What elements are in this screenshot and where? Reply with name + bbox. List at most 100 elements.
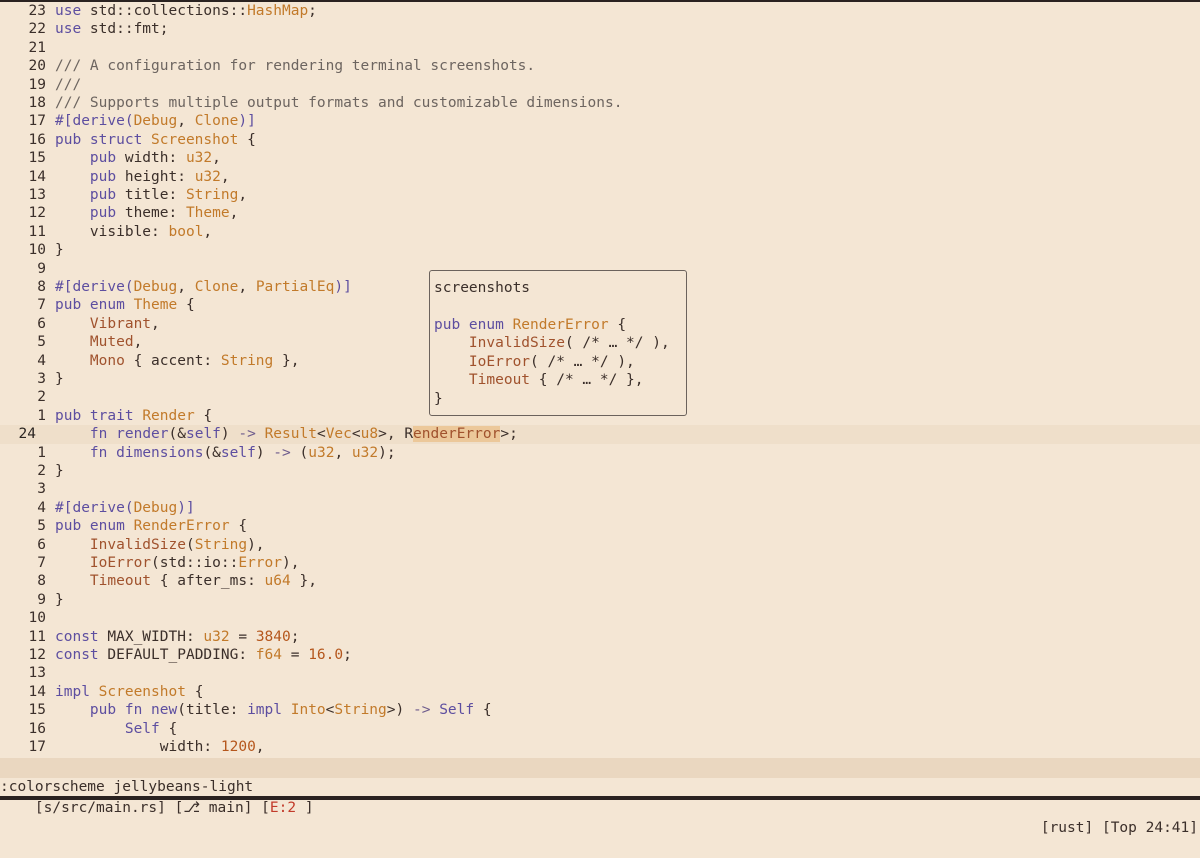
line-number: 10 (28, 610, 46, 627)
code-token: u32 (351, 444, 379, 461)
code-token: } (434, 390, 443, 407)
code-text: width: 1200, (55, 738, 265, 756)
code-line[interactable]: 14 pub height: u32, (0, 168, 1200, 186)
code-line[interactable]: 9} (0, 591, 1200, 609)
code-token: fn (89, 426, 117, 443)
code-token: MAX_WIDTH: (107, 628, 204, 645)
hover-popup-title: screenshots (434, 280, 531, 296)
code-token: , (229, 205, 239, 222)
code-token: pub struct (55, 131, 152, 148)
code-line[interactable]: 10 (0, 609, 1200, 627)
status-filetype: [rust] (1040, 820, 1094, 836)
code-token: #[derive( (55, 499, 134, 516)
line-number: 13 (28, 665, 46, 682)
code-line[interactable]: 7 IoError(std::io::Error), (0, 554, 1200, 572)
code-line[interactable]: 1 fn dimensions(&self) -> (u32, u32); (0, 444, 1200, 462)
code-token: (& (203, 444, 221, 461)
line-number: 2 (37, 463, 46, 479)
code-line[interactable]: 12 const DEFAULT_PADDING: f64 = 16.0; (0, 646, 1200, 664)
line-number: 11 (28, 628, 46, 645)
code-token: Timeout (468, 372, 531, 389)
status-line: [s/src/main.rs] [⎇ main] [E:2 ] [rust] [… (0, 758, 1200, 836)
code-token: , (133, 334, 143, 351)
code-token: ( /* … */ ), (530, 353, 635, 370)
code-token: Error (238, 555, 282, 571)
code-token: Render (142, 407, 195, 424)
code-token: IoError (468, 353, 531, 370)
line-number: 8 (37, 279, 46, 295)
code-text: pub enum RenderError { (55, 517, 247, 535)
code-line[interactable]: 8 Timeout { after_ms: u64 }, (0, 572, 1200, 590)
code-token: const (55, 628, 108, 645)
code-token: RenderError (133, 518, 230, 535)
code-line[interactable]: 10} (0, 241, 1200, 259)
code-line[interactable]: 17 width: 1200, (0, 738, 1200, 756)
code-line[interactable]: 11 visible: bool, (0, 223, 1200, 241)
code-token: ) (220, 426, 239, 443)
hover-popup-line: InvalidSize( /* … */ ), (434, 334, 670, 352)
code-token: u32 (203, 628, 230, 645)
code-token: Vibrant (89, 315, 152, 332)
code-token: >; (500, 426, 518, 443)
code-token: , (255, 739, 265, 755)
code-token: , (220, 168, 230, 185)
code-line[interactable]: 5 pub enum RenderError { (0, 517, 1200, 535)
code-line[interactable]: 23 use std::collections::HashMap; (0, 2, 1200, 20)
code-line[interactable]: 16 Self { (0, 720, 1200, 738)
code-line[interactable]: 13 (0, 664, 1200, 682)
code-token: String (220, 352, 274, 369)
code-token: InvalidSize (468, 335, 565, 352)
code-text: pub struct Screenshot { (55, 131, 256, 149)
line-number: 12 (28, 205, 46, 222)
code-line[interactable]: 22 use std::fmt; (0, 20, 1200, 38)
code-token: ); (378, 444, 396, 461)
code-text: IoError(std::io::Error), (55, 554, 300, 572)
code-line[interactable]: 20 /// A configuration for rendering term… (0, 57, 1200, 75)
code-line[interactable]: 18 /// Supports multiple output formats a… (0, 94, 1200, 112)
code-text: } (55, 370, 64, 388)
code-token: R (404, 426, 414, 443)
code-token: pub enum (434, 317, 513, 333)
code-token: u32 (308, 444, 335, 461)
code-line[interactable]: 13 pub title: String, (0, 186, 1200, 204)
current-code-line[interactable]: 24 fn render(&self) -> Result<Vec<u8>, R… (0, 425, 1200, 444)
code-token: ), (282, 555, 300, 571)
code-line[interactable]: 15 pub width: u32, (0, 149, 1200, 167)
code-token: Result (264, 426, 317, 443)
code-line[interactable]: 16 pub struct Screenshot { (0, 131, 1200, 149)
line-number: 4 (37, 499, 46, 516)
code-text: InvalidSize(String), (55, 536, 265, 554)
code-token: >, (378, 426, 405, 443)
code-token: Timeout (89, 573, 152, 590)
code-line[interactable]: 17 #[derive(Debug, Clone)] (0, 112, 1200, 130)
line-number: 23 (28, 3, 46, 19)
command-line[interactable]: :colorscheme jellybeans-light (0, 777, 253, 797)
code-line[interactable]: 2} (0, 462, 1200, 480)
line-number: 8 (37, 573, 46, 590)
code-line[interactable]: 4 #[derive(Debug)] (0, 499, 1200, 517)
code-token: pub (89, 187, 125, 203)
code-line[interactable]: 12 pub theme: Theme, (0, 204, 1200, 222)
code-text: pub width: u32, (55, 149, 221, 167)
code-line[interactable]: 11 const MAX_WIDTH: u32 = 3840; (0, 628, 1200, 646)
line-number: 9 (37, 260, 46, 277)
code-line[interactable]: 19 /// (0, 76, 1200, 94)
code-line[interactable]: 21 (0, 39, 1200, 57)
code-line[interactable]: 3 (0, 480, 1200, 498)
code-token: self (220, 444, 256, 461)
code-token: PartialEq (255, 279, 335, 295)
line-number: 12 (28, 647, 46, 663)
status-errors-open: [ (261, 800, 270, 816)
code-line[interactable]: 15 pub fn new(title: impl Into<String>) … (0, 701, 1200, 719)
code-text: } (55, 591, 64, 609)
code-token: fn (89, 444, 117, 461)
line-number: 22 (28, 21, 46, 38)
code-line[interactable]: 14 impl Screenshot { (0, 683, 1200, 701)
code-line[interactable]: 6 InvalidSize(String), (0, 536, 1200, 554)
